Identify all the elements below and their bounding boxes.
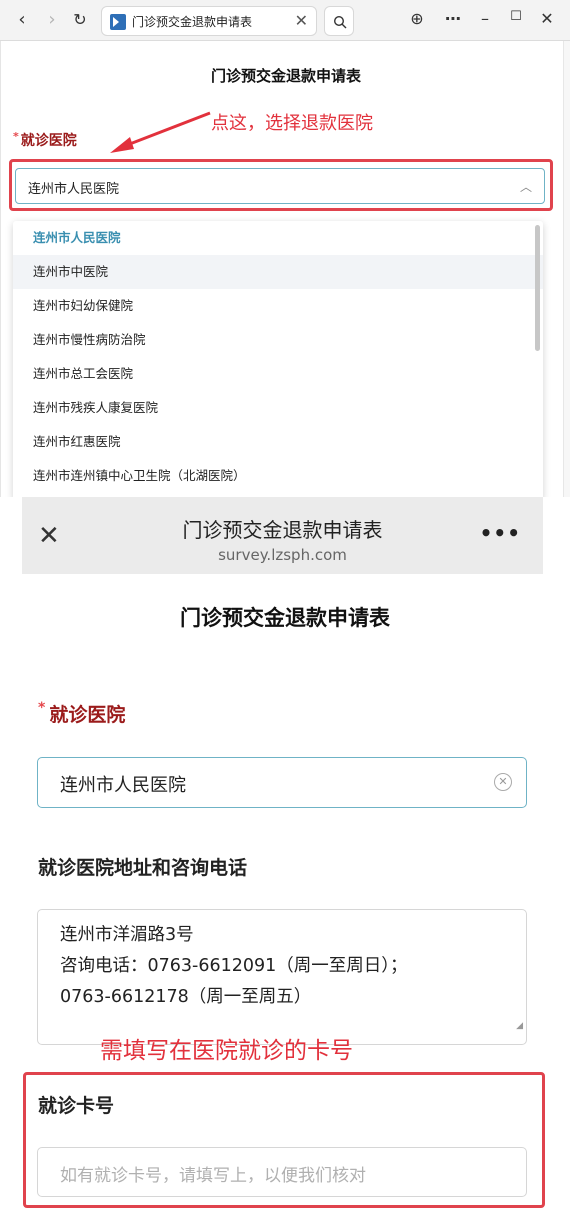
required-mark: * <box>38 700 46 716</box>
reload-button[interactable]: ↻ <box>68 8 92 32</box>
address-label: 就诊医院地址和咨询电话 <box>38 857 248 879</box>
hospital-dropdown: 连州市人民医院 连州市中医院 连州市妇幼保健院 连州市慢性病防治院 连州市总工会… <box>13 221 543 497</box>
address-textarea[interactable]: 连州市洋湄路3号 咨询电话：0763-6612091（周一至周日）； 0763-… <box>37 909 527 1045</box>
desktop-browser-window: ‹ › ↻ 门诊预交金退款申请表 ✕ ⊕ ⋯ – ☐ ✕ 门诊预交金退款申请表 <box>0 0 570 497</box>
dropdown-option[interactable]: 连州市妇幼保健院 <box>13 289 543 323</box>
dropdown-option[interactable]: 连州市中医院 <box>13 255 543 289</box>
tab-title: 门诊预交金退款申请表 <box>132 15 253 29</box>
site-favicon-icon <box>110 14 126 30</box>
annotation-select-hospital: 点这，选择退款医院 <box>211 113 373 134</box>
mobile-header: ✕ 门诊预交金退款申请表 survey.lzsph.com ••• <box>22 497 543 574</box>
more-menu-icon[interactable]: ⋯ <box>442 9 464 28</box>
hospital-select[interactable]: 连州市人民医院 ︿ <box>15 168 545 204</box>
window-close-icon[interactable]: ✕ <box>536 9 558 28</box>
search-icon <box>333 15 347 29</box>
card-number-placeholder: 如有就诊卡号，请填写上，以便我们核对 <box>60 1166 366 1186</box>
minimize-icon[interactable]: – <box>474 9 496 28</box>
clear-icon[interactable]: ✕ <box>494 773 512 791</box>
mobile-header-url: survey.lzsph.com <box>218 546 347 564</box>
dropdown-option[interactable]: 连州市红惠医院 <box>13 425 543 459</box>
page-scrollbar-track[interactable] <box>563 41 570 497</box>
dropdown-option[interactable]: 连州市总工会医院 <box>13 357 543 391</box>
globe-icon[interactable]: ⊕ <box>406 9 428 28</box>
chevron-up-icon[interactable]: ︿ <box>520 178 532 195</box>
annotation-arrow-icon <box>110 111 211 153</box>
address-line: 咨询电话：0763-6612091（周一至周日）； <box>60 956 408 976</box>
required-mark: * <box>13 130 19 143</box>
address-line: 0763-6612178（周一至周五） <box>60 987 312 1007</box>
tab-close-icon[interactable]: ✕ <box>295 11 308 30</box>
screenshot-root: ‹ › ↻ 门诊预交金退款申请表 ✕ ⊕ ⋯ – ☐ ✕ 门诊预交金退款申请表 <box>0 0 570 1232</box>
card-number-label: 就诊卡号 <box>38 1095 115 1117</box>
dropdown-option[interactable]: 连州市慢性病防治院 <box>13 323 543 357</box>
browser-toolbar: ‹ › ↻ 门诊预交金退款申请表 ✕ ⊕ ⋯ – ☐ ✕ <box>0 0 570 41</box>
hospital-label-text: 就诊医院 <box>49 704 126 726</box>
annotation-card-number: 需填写在医院就诊的卡号 <box>100 1038 353 1064</box>
card-number-input[interactable]: 如有就诊卡号，请填写上，以便我们核对 <box>37 1147 527 1197</box>
desktop-page-content: 门诊预交金退款申请表 点这，选择退款医院 * 就诊医院 连州市人民医院 ︿ 连州市… <box>0 41 570 497</box>
dropdown-option[interactable]: 连州市连州镇中心卫生院（北湖医院） <box>13 459 543 493</box>
hospital-label-text: 就诊医院 <box>20 133 77 149</box>
address-line: 连州市洋湄路3号 <box>60 925 194 945</box>
hospital-select-value: 连州市人民医院 <box>60 775 186 796</box>
mobile-screenshot: ✕ 门诊预交金退款申请表 survey.lzsph.com ••• 门诊预交金退… <box>0 497 570 1232</box>
hospital-select[interactable]: 连州市人民医院 ✕ <box>37 757 527 808</box>
dropdown-option[interactable]: 连州市人民医院 <box>13 221 543 255</box>
hospital-select-value: 连州市人民医院 <box>28 182 120 197</box>
form-title: 门诊预交金退款申请表 <box>210 67 361 85</box>
resize-handle-icon[interactable]: ◢ <box>516 1011 523 1042</box>
form-title: 门诊预交金退款申请表 <box>180 606 390 630</box>
search-button[interactable] <box>324 6 354 36</box>
browser-tab[interactable]: 门诊预交金退款申请表 ✕ <box>101 6 317 36</box>
maximize-icon[interactable]: ☐ <box>505 9 527 24</box>
hospital-label: * 就诊医院 <box>13 130 77 150</box>
dropdown-option[interactable]: 连州市残疾人康复医院 <box>13 391 543 425</box>
back-button[interactable]: ‹ <box>10 8 34 32</box>
forward-button[interactable]: › <box>40 8 64 32</box>
hospital-label: * 就诊医院 <box>38 700 125 727</box>
more-options-icon[interactable]: ••• <box>480 521 521 545</box>
dropdown-scrollbar[interactable] <box>535 225 540 351</box>
mobile-header-title: 门诊预交金退款申请表 <box>182 518 383 542</box>
